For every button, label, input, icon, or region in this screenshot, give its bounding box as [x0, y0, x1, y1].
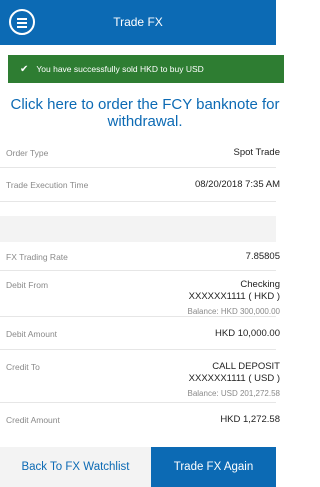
credit-account-type: CALL DEPOSIT [212, 361, 280, 372]
fx-rate-label: FX Trading Rate [6, 252, 68, 262]
success-alert: ✔ You have successfully sold HKD to buy … [8, 55, 284, 83]
back-to-watchlist-button[interactable]: Back To FX Watchlist [0, 447, 151, 487]
fx-rate-value: 7.85805 [245, 251, 280, 262]
debit-amount-value: HKD 10,000.00 [215, 328, 280, 339]
credit-amount-row: Credit Amount HKD 1,272.58 [0, 403, 280, 434]
credit-amount-label: Credit Amount [6, 415, 60, 425]
banknote-order-link[interactable]: Click here to order the FCY banknote for… [0, 96, 290, 130]
execution-time-label: Trade Execution Time [6, 180, 89, 190]
debit-from-row: Debit From Checking XXXXXX1111 ( HKD ) B… [0, 271, 280, 317]
credit-balance: Balance: USD 201,272.58 [187, 389, 280, 398]
credit-account-number: XXXXXX1111 ( USD ) [188, 373, 280, 384]
success-message: You have successfully sold HKD to buy US… [36, 64, 204, 74]
debit-from-value: Checking XXXXXX1111 ( HKD ) Balance: HKD… [187, 279, 280, 318]
section-gap [0, 216, 276, 242]
debit-amount-row: Debit Amount HKD 10,000.00 [0, 317, 280, 350]
order-type-value: Spot Trade [233, 147, 280, 158]
credit-amount-value: HKD 1,272.58 [220, 414, 280, 425]
debit-from-label: Debit From [6, 280, 49, 290]
credit-to-label: Credit To [6, 362, 40, 372]
execution-time-value: 08/20/2018 7:35 AM [194, 179, 280, 190]
order-type-label: Order Type [6, 148, 49, 158]
execution-time-row: Trade Execution Time 08/20/2018 7:35 AM [0, 168, 280, 202]
debit-account-type: Checking [240, 279, 280, 290]
trade-fx-again-button[interactable]: Trade FX Again [151, 447, 276, 487]
footer-bar: Back To FX Watchlist Trade FX Again [0, 447, 276, 487]
credit-to-row: Credit To CALL DEPOSIT XXXXXX1111 ( USD … [0, 350, 280, 403]
debit-account-number: XXXXXX1111 ( HKD ) [188, 291, 280, 302]
fx-rate-row: FX Trading Rate 7.85805 [0, 242, 280, 271]
order-type-row: Order Type Spot Trade [0, 136, 280, 168]
credit-to-value: CALL DEPOSIT XXXXXX1111 ( USD ) Balance:… [187, 361, 280, 400]
page-title: Trade FX [113, 15, 163, 29]
debit-amount-label: Debit Amount [6, 329, 58, 339]
check-icon: ✔ [20, 63, 29, 75]
app-header: Trade FX [0, 0, 276, 45]
